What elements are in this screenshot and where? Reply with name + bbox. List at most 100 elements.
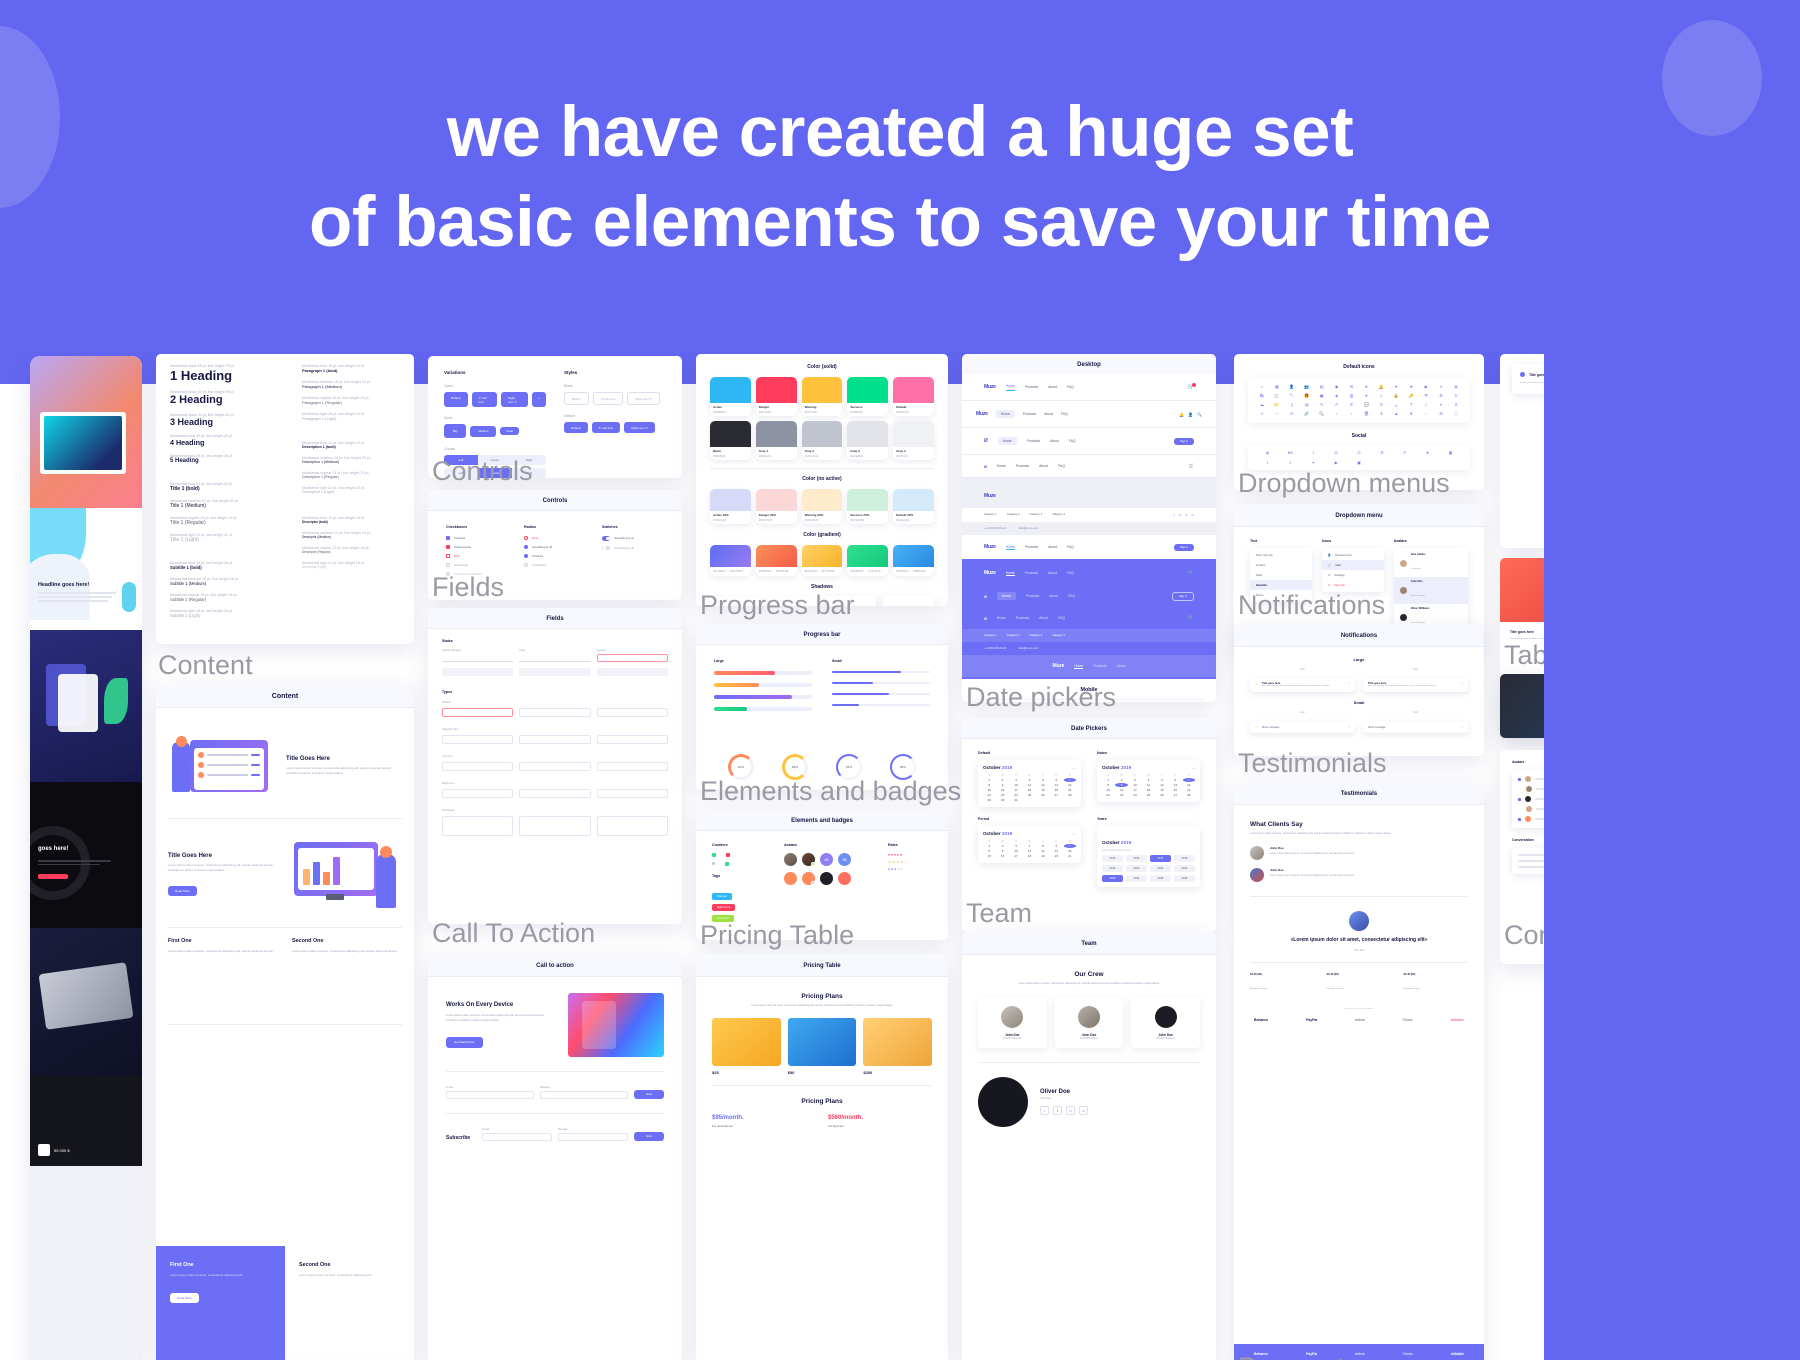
- bell-icon[interactable]: 🔔: [1375, 384, 1387, 389]
- rocket-icon[interactable]: ➤: [1361, 393, 1373, 398]
- key-icon[interactable]: 🔑: [1405, 393, 1417, 398]
- nav-categories-row-inverse[interactable]: Category 1 Category 2 Category 3 Categor…: [962, 629, 1216, 642]
- subscribe-send-button[interactable]: Send: [633, 1132, 664, 1141]
- nav-category[interactable]: Category 2: [1007, 634, 1020, 637]
- download-icon[interactable]: ⤓: [1390, 402, 1402, 407]
- text-input[interactable]: [519, 654, 591, 662]
- filter-icon[interactable]: ⚱: [1375, 411, 1387, 417]
- phone-icon[interactable]: ✆: [1346, 402, 1358, 407]
- social-facebook-icon[interactable]: f: [1040, 1106, 1049, 1116]
- pricing-plan[interactable]: $95/month. For personal use: [712, 1115, 816, 1128]
- nav-link-about[interactable]: About: [1039, 616, 1048, 620]
- plus-icon[interactable]: ＋: [1256, 411, 1268, 417]
- year-option[interactable]: 2019: [1102, 865, 1123, 872]
- map-pin-icon[interactable]: ⚲: [1375, 402, 1387, 407]
- nav-link-home[interactable]: Home: [1005, 545, 1015, 550]
- nav-category[interactable]: Category 3: [1029, 634, 1042, 637]
- chevron-up-icon[interactable]: ▲: [1390, 411, 1402, 417]
- btn-style-right-icon[interactable]: Right icon ✛: [624, 422, 655, 433]
- close-icon[interactable]: ✕: [1461, 682, 1463, 688]
- send-icon[interactable]: ➤: [1361, 384, 1373, 389]
- switch-on-toggle[interactable]: [602, 536, 610, 541]
- nav-link-home[interactable]: Home: [1005, 571, 1015, 576]
- medium-icon[interactable]: Ⓜ: [1372, 450, 1391, 456]
- instagram-icon[interactable]: ◎: [1327, 450, 1346, 456]
- btn-blank-left-icon[interactable]: ✛ Left icon: [592, 392, 624, 405]
- checkbox-unchecked-icon[interactable]: [446, 563, 450, 567]
- nav-link-products[interactable]: Products: [1025, 385, 1038, 389]
- nav-link-faq[interactable]: FAQ: [1058, 464, 1065, 468]
- close-icon[interactable]: ✕: [1461, 726, 1463, 729]
- year-option[interactable]: 2021: [1150, 865, 1171, 872]
- checkbox-indeterminate-icon[interactable]: [446, 545, 450, 549]
- textarea-input[interactable]: [596, 816, 668, 836]
- telegram-icon[interactable]: ➤: [1418, 450, 1437, 456]
- nav-link-about[interactable]: About: [1049, 594, 1058, 598]
- nav-link-home[interactable]: Home: [997, 616, 1006, 620]
- facebook-icon[interactable]: f: [1304, 450, 1323, 456]
- star-icon[interactable]: ★: [1405, 384, 1417, 389]
- input-right-icon[interactable]: [442, 789, 514, 798]
- textarea-input[interactable]: [519, 816, 591, 836]
- btn-icon-only[interactable]: +: [532, 392, 546, 407]
- year-option[interactable]: 2022: [1174, 865, 1195, 872]
- nav-link-about[interactable]: About: [1044, 412, 1053, 416]
- brand-logo-mark[interactable]: ///: [984, 464, 987, 469]
- user-icon[interactable]: 👤: [1188, 412, 1193, 417]
- refresh-icon[interactable]: ⟳: [1286, 411, 1298, 417]
- nav-link-about[interactable]: About: [1039, 464, 1048, 468]
- cart-icon[interactable]: 🛒: [1188, 383, 1196, 390]
- nav-row[interactable]: Muze Home Products About FAQ 🛒: [962, 374, 1216, 400]
- social-instagram-icon[interactable]: ◎: [1066, 1106, 1075, 1116]
- social-linkedin-icon[interactable]: in: [1079, 1106, 1088, 1116]
- nav-link-faq[interactable]: FAQ: [1061, 412, 1068, 416]
- btn-style-default[interactable]: Default: [564, 422, 588, 433]
- box-icon[interactable]: ▣: [1316, 393, 1328, 398]
- sign-in-button[interactable]: Sign in: [1174, 437, 1194, 445]
- info-icon[interactable]: ⓘ: [1450, 411, 1462, 417]
- sign-in-button[interactable]: Sign in: [1174, 543, 1194, 551]
- nav-category[interactable]: Category 4: [1052, 634, 1065, 637]
- folder-icon[interactable]: 📁: [1271, 402, 1283, 407]
- read-more-button[interactable]: Read More: [168, 885, 197, 896]
- pinterest-icon[interactable]: P: [1395, 450, 1414, 456]
- dropdown-option[interactable]: Paris: [1250, 570, 1312, 580]
- nav-row-inverse[interactable]: Muze Home Products About: [962, 655, 1216, 677]
- nav-row-gray[interactable]: Muze: [962, 478, 1216, 508]
- team-member-card[interactable]: John Doe Product Designer: [1054, 998, 1124, 1049]
- btn-right-icon[interactable]: Right icon ✛: [501, 392, 529, 407]
- brand-logo[interactable]: Muze: [984, 493, 996, 499]
- read-more-button[interactable]: Read More: [170, 1293, 199, 1304]
- cta-message-input[interactable]: [539, 1091, 628, 1099]
- check-icon[interactable]: ✓: [1420, 402, 1432, 407]
- nav-link-products[interactable]: Products: [1016, 616, 1029, 620]
- nav-link-faq[interactable]: FAQ: [1067, 545, 1074, 549]
- brand-logo[interactable]: Muze: [984, 384, 996, 390]
- nav-link-products[interactable]: Products: [1023, 412, 1036, 416]
- gear-icon[interactable]: ⚙: [1435, 393, 1447, 398]
- input-default[interactable]: [519, 708, 591, 717]
- input-left-icon[interactable]: [519, 762, 591, 771]
- input-default[interactable]: [442, 708, 514, 717]
- year-option-selected[interactable]: 2023: [1102, 875, 1123, 882]
- circle-icon[interactable]: ◍: [1450, 384, 1462, 389]
- nav-link-about[interactable]: About: [1048, 545, 1057, 549]
- nav-category[interactable]: Category 1: [984, 634, 997, 637]
- layers-icon[interactable]: ◈: [1331, 393, 1343, 398]
- select-input[interactable]: [442, 735, 514, 744]
- brand-logo[interactable]: Muze: [984, 544, 996, 550]
- calendar-default[interactable]: October 2019 ‹ › SMTWTFS 1234567 8 9 10 11 1…: [978, 760, 1081, 807]
- github-icon[interactable]: ⊙: [1350, 450, 1369, 456]
- users-icon[interactable]: 👥: [1301, 384, 1313, 389]
- nav-link-products[interactable]: Products: [1027, 439, 1040, 443]
- nav-link-products[interactable]: Products: [1093, 664, 1106, 668]
- nav-row-inverse[interactable]: Muze Home Products About FAQ 🛒: [962, 561, 1216, 585]
- reddit-icon[interactable]: ☺: [1281, 460, 1300, 465]
- text-input-error[interactable]: [596, 654, 668, 662]
- gift-icon[interactable]: 🎁: [1301, 393, 1313, 398]
- nav-link-products[interactable]: Products: [1025, 571, 1038, 575]
- slack-icon[interactable]: ▦: [1441, 450, 1460, 456]
- brand-logo[interactable]: Muze: [984, 570, 996, 576]
- nav-link-about[interactable]: About: [1050, 439, 1059, 443]
- input-left-icon[interactable]: [442, 762, 514, 771]
